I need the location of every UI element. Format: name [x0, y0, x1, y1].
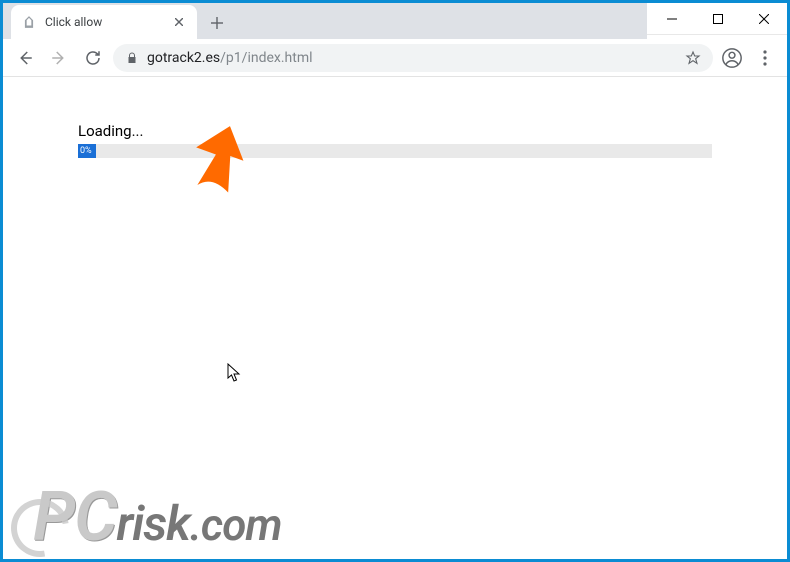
tab-close-button[interactable]	[171, 14, 187, 30]
maximize-icon	[713, 14, 723, 24]
bookmark-button[interactable]	[685, 50, 701, 66]
loading-label: Loading...	[78, 122, 712, 140]
browser-window: Click allow	[3, 3, 787, 559]
toolbar: gotrack2.es/p1/index.html	[3, 39, 787, 77]
plus-icon	[211, 17, 223, 29]
x-icon	[175, 18, 183, 26]
back-button[interactable]	[11, 44, 39, 72]
url-text: gotrack2.es/p1/index.html	[147, 50, 677, 66]
menu-button[interactable]	[751, 44, 779, 72]
browser-tab[interactable]: Click allow	[11, 5, 197, 39]
watermark-part1: PC	[33, 483, 116, 551]
watermark-part3: .com	[190, 503, 282, 547]
arrow-left-icon	[16, 49, 34, 67]
tab-row: Click allow	[3, 3, 787, 39]
url-host: gotrack2.es	[147, 50, 220, 66]
close-window-button[interactable]	[741, 3, 787, 34]
page-content: Loading... 0% PC risk .com	[3, 77, 787, 559]
tab-title: Click allow	[45, 15, 163, 29]
minimize-button[interactable]	[649, 3, 695, 34]
lock-icon	[125, 51, 139, 65]
progress-fill: 0%	[78, 144, 96, 158]
maximize-button[interactable]	[695, 3, 741, 34]
reload-button[interactable]	[79, 44, 107, 72]
page-inner: Loading... 0%	[3, 77, 787, 158]
url-path: /p1/index.html	[220, 50, 312, 66]
profile-button[interactable]	[719, 45, 745, 71]
dots-vertical-icon	[763, 50, 767, 66]
app-frame: Click allow	[0, 0, 790, 562]
favicon-icon	[21, 14, 37, 30]
reload-icon	[84, 49, 102, 67]
forward-button[interactable]	[45, 44, 73, 72]
cursor-icon	[227, 363, 241, 383]
address-bar[interactable]: gotrack2.es/p1/index.html	[113, 44, 713, 72]
new-tab-button[interactable]	[203, 9, 231, 37]
watermark-part2: risk	[116, 500, 189, 548]
watermark-logo: PC risk .com	[33, 483, 281, 551]
window-controls	[649, 3, 787, 34]
minimize-icon	[667, 14, 677, 24]
star-icon	[685, 50, 701, 66]
person-icon	[721, 47, 743, 69]
close-icon	[759, 14, 769, 24]
progress-bar: 0%	[78, 144, 712, 158]
tab-strip: Click allow	[3, 3, 647, 39]
arrow-right-icon	[50, 49, 68, 67]
